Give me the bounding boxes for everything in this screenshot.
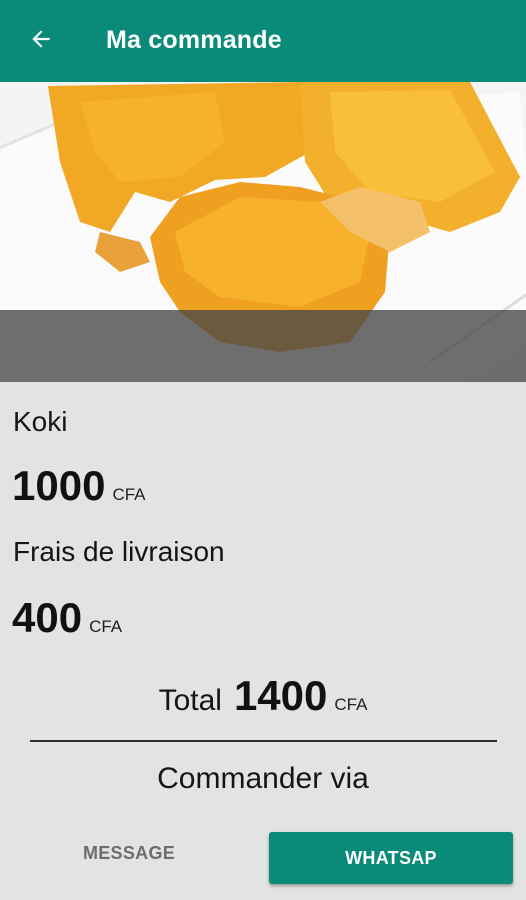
delivery-fee-value: 400 [12, 594, 83, 641]
total-currency: CFA [334, 695, 368, 714]
total-value: 1400 [233, 672, 328, 719]
product-price-currency: CFA [112, 485, 146, 504]
app-bar: Ma commande [0, 0, 526, 82]
order-total: Total 1400 CFA [0, 672, 526, 720]
page-title: Ma commande [106, 26, 282, 54]
whatsapp-button[interactable]: WHATSAP [269, 832, 513, 884]
delivery-fee-currency: CFA [89, 617, 123, 636]
delivery-fee: 400 CFA [12, 594, 122, 642]
product-price: 1000 CFA [12, 462, 146, 510]
back-button[interactable] [22, 22, 60, 60]
product-name: Koki [13, 406, 68, 437]
product-price-value: 1000 [12, 462, 106, 509]
divider [30, 740, 497, 742]
message-button[interactable]: MESSAGE [40, 830, 218, 876]
order-via-label: Commander via [157, 762, 369, 795]
total-label: Total [158, 684, 222, 717]
delivery-fee-label: Frais de livraison [13, 536, 225, 567]
arrow-left-icon [28, 26, 54, 57]
product-image [0, 82, 526, 382]
